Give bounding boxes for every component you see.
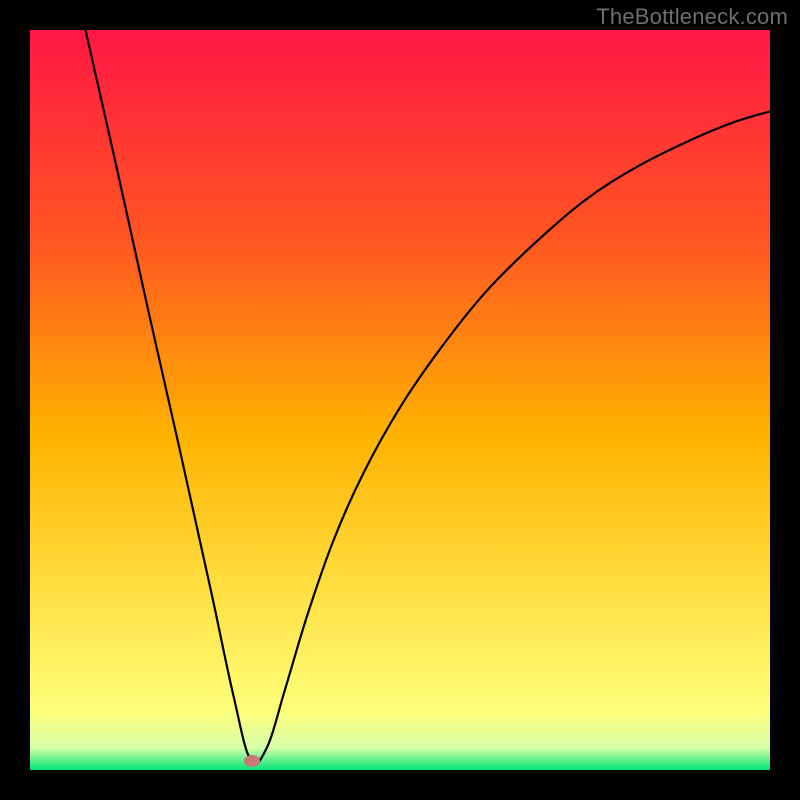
chart-frame [30, 30, 770, 770]
minimum-marker [244, 755, 260, 767]
watermark-text: TheBottleneck.com [596, 4, 788, 30]
chart-background [30, 30, 770, 770]
